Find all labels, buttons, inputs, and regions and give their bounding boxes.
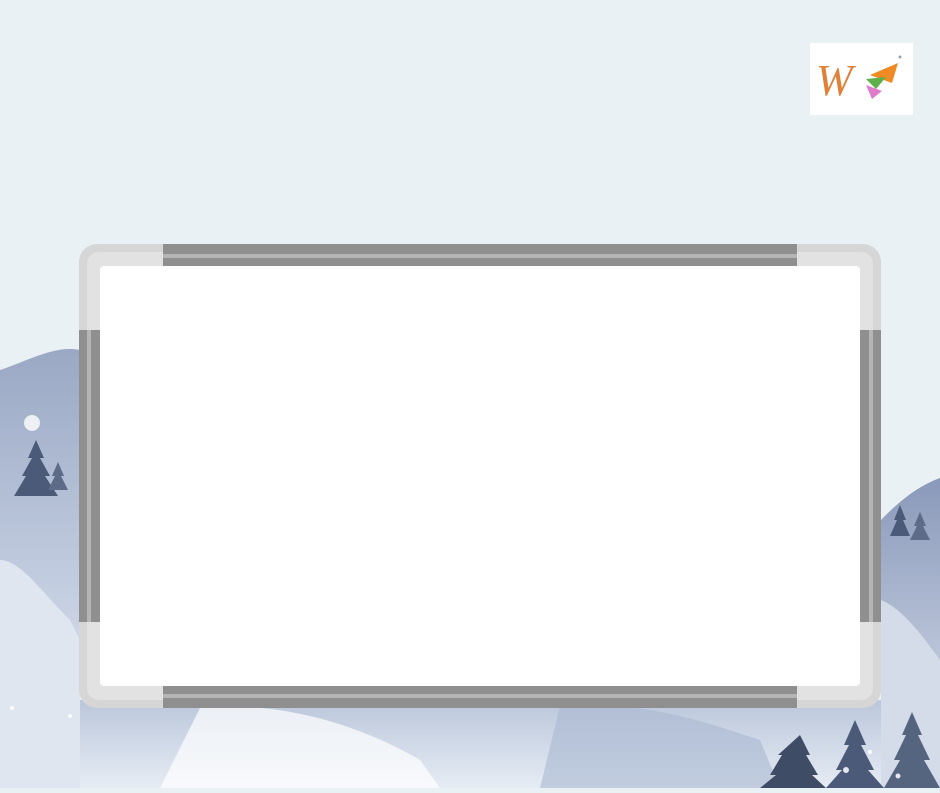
board-surface[interactable] (100, 266, 860, 686)
snow-dot (24, 415, 40, 431)
logo-letter: W (816, 56, 856, 105)
whiteboard (79, 244, 881, 708)
w-logo-icon: W (816, 55, 902, 105)
whiteboard-frame (79, 244, 881, 708)
logo-flag-pink (866, 85, 882, 99)
brand-logo[interactable]: W (810, 43, 913, 115)
